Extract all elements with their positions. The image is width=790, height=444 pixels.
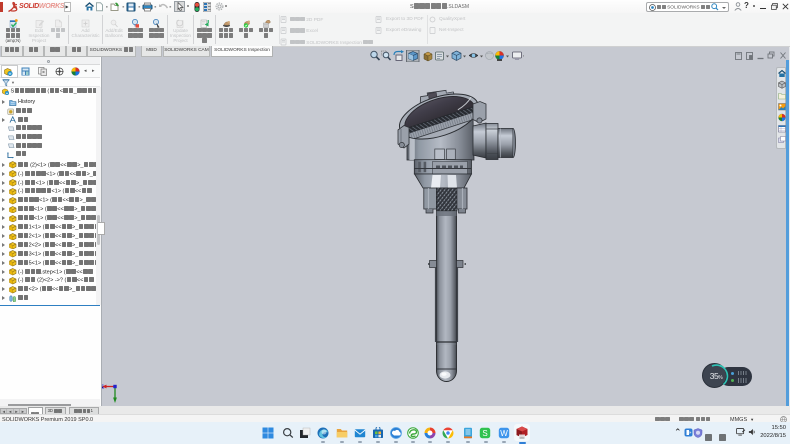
svg-text:S: S — [482, 429, 487, 438]
svg-text:W: W — [500, 429, 508, 438]
